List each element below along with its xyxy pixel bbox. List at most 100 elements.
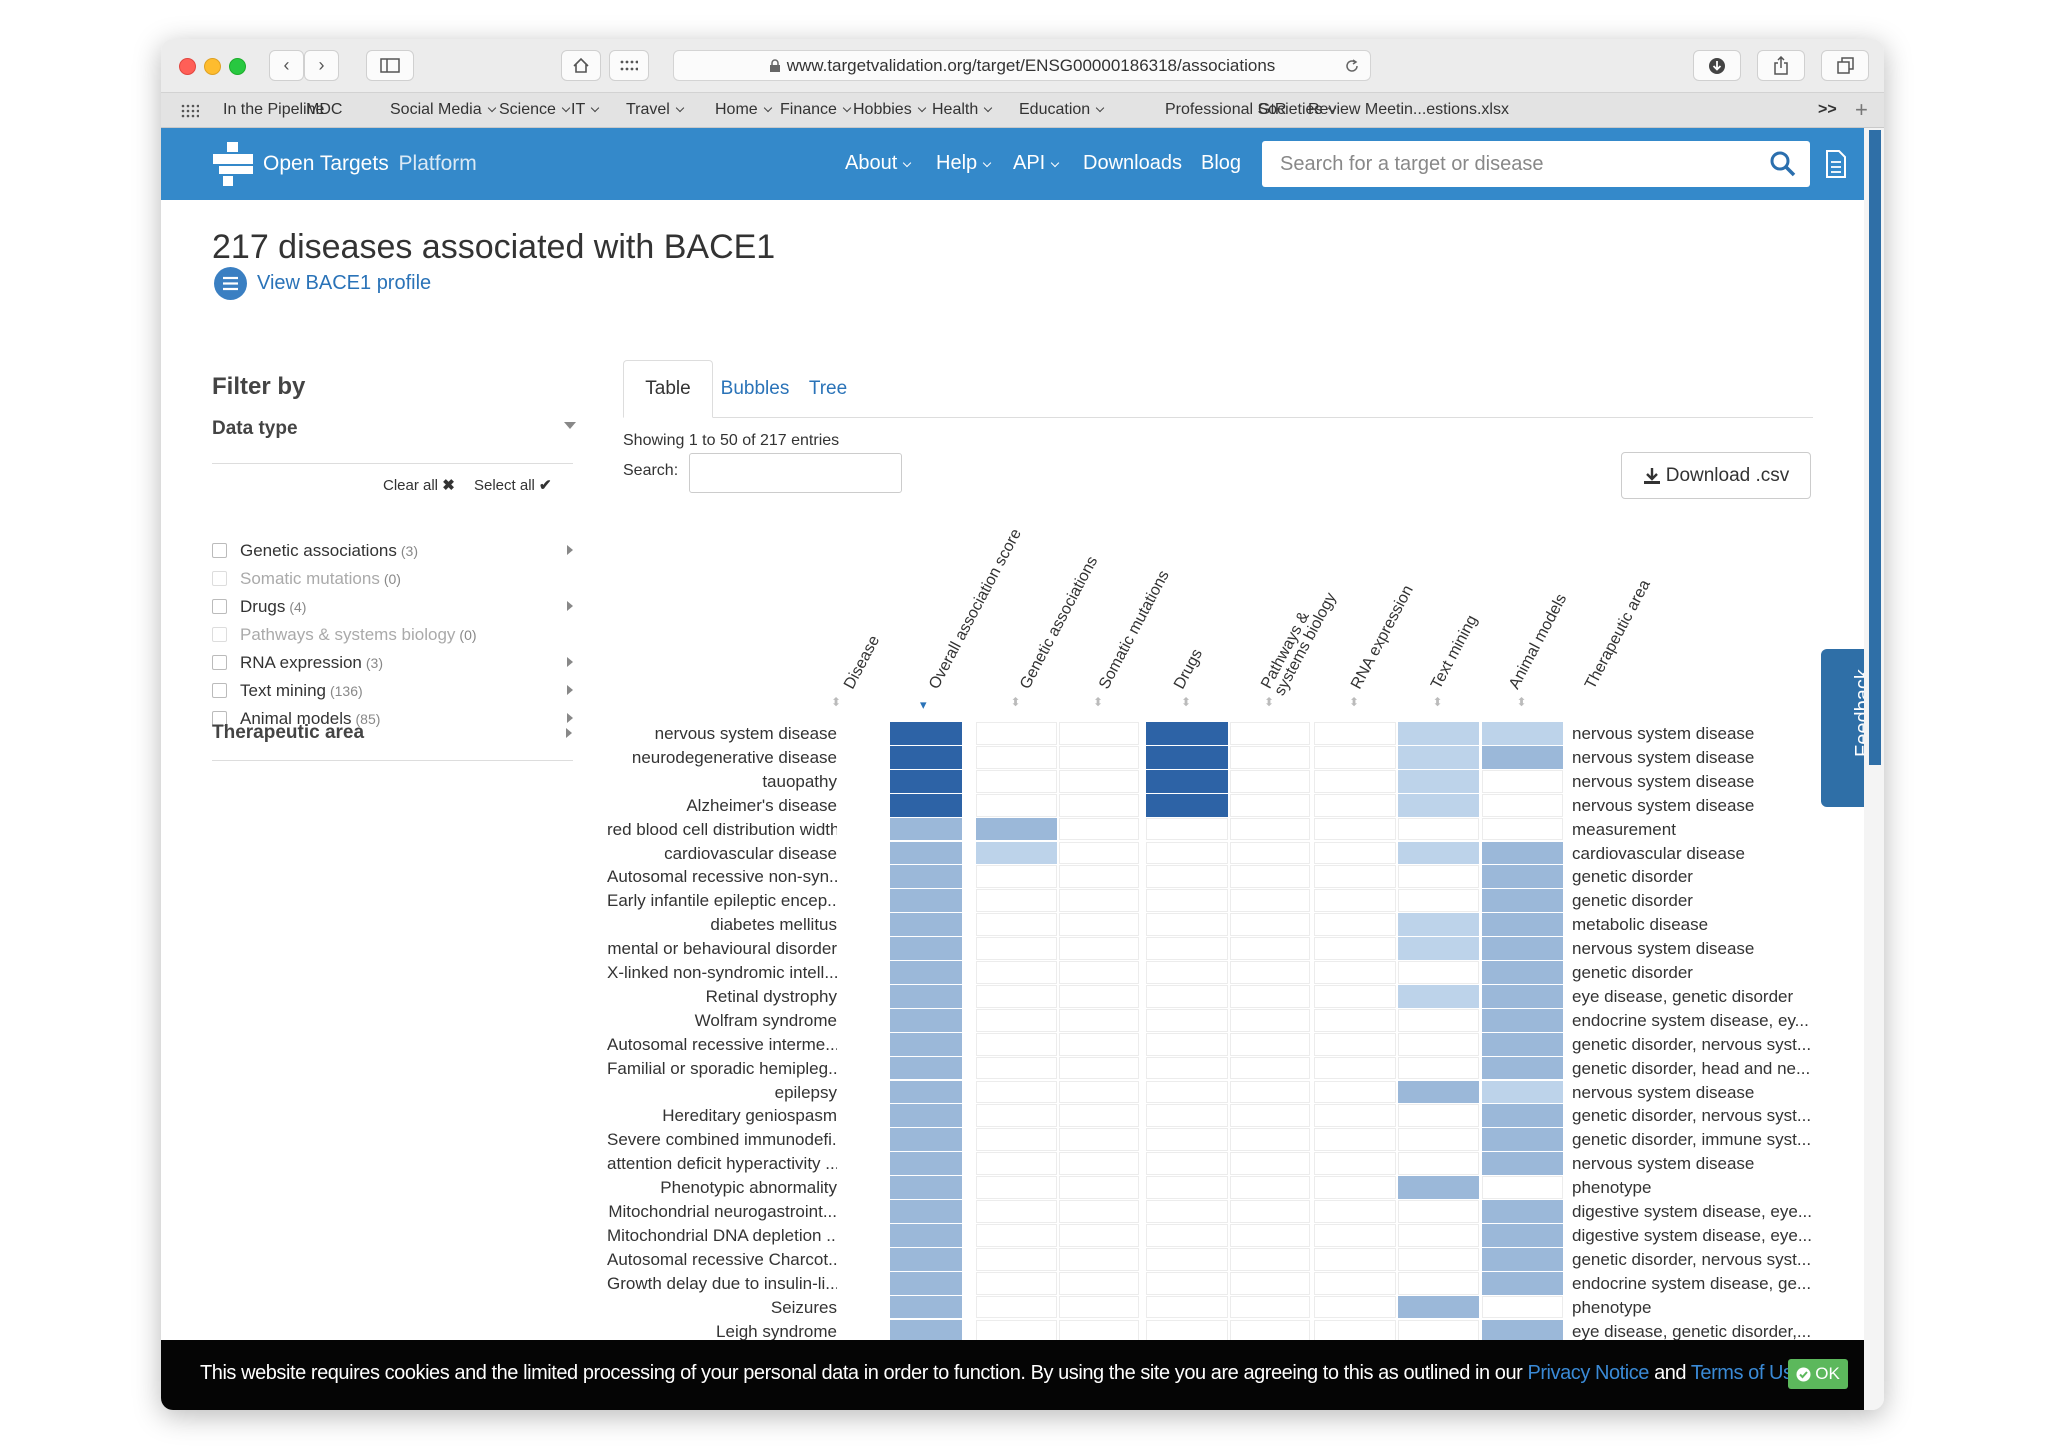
column-header-overall-association-score[interactable]: Overall association score — [926, 526, 1026, 692]
heatmap-cell[interactable] — [1146, 937, 1228, 960]
view-profile-link[interactable]: View BACE1 profile — [257, 272, 431, 295]
filter-item-text-mining[interactable]: Text mining (136) — [240, 681, 363, 701]
back-button[interactable]: ‹ — [269, 50, 304, 81]
heatmap-cell[interactable] — [1482, 1080, 1563, 1104]
heatmap-cell[interactable] — [890, 1080, 962, 1104]
heatmap-cell[interactable] — [976, 1080, 1057, 1104]
disease-cell[interactable]: Autosomal recessive Charcot... — [607, 1250, 837, 1270]
heatmap-cell[interactable] — [1398, 984, 1479, 1008]
data-type-heading[interactable]: Data type — [212, 418, 298, 440]
caret-right-icon[interactable] — [567, 685, 573, 695]
bookmark-science[interactable]: Science — [499, 101, 571, 119]
share-button[interactable] — [1757, 50, 1805, 81]
heatmap-cell[interactable] — [890, 745, 962, 769]
heatmap-cell[interactable] — [890, 1271, 962, 1295]
heatmap-cell[interactable] — [976, 1128, 1057, 1152]
heatmap-cell[interactable] — [1230, 913, 1310, 937]
heatmap-cell[interactable] — [976, 769, 1057, 793]
caret-right-icon[interactable] — [567, 601, 573, 611]
sort-desc-icon[interactable]: ▾ — [920, 697, 927, 713]
heatmap-cell[interactable] — [976, 1271, 1057, 1295]
heatmap-cell[interactable] — [1314, 865, 1396, 889]
heatmap-cell[interactable] — [890, 841, 962, 865]
bookmark-hobbies[interactable]: Hobbies — [853, 101, 926, 119]
heatmap-cell[interactable] — [1146, 1247, 1228, 1271]
heatmap-cell[interactable] — [890, 1128, 962, 1152]
bookmark-education[interactable]: Education — [1019, 101, 1105, 119]
page-scrollbar[interactable] — [1864, 128, 1884, 1410]
filter-checkbox-text-mining[interactable] — [212, 683, 227, 698]
bookmark-gtr[interactable]: GtR — [1258, 101, 1286, 119]
filter-checkbox-drugs[interactable] — [212, 599, 227, 614]
heatmap-cell[interactable] — [1146, 1104, 1228, 1128]
heatmap-cell[interactable] — [1398, 913, 1479, 937]
heatmap-cell[interactable] — [1230, 984, 1310, 1008]
column-header-genetic-associations[interactable]: Genetic associations — [1017, 554, 1102, 693]
heatmap-cell[interactable] — [1230, 1032, 1310, 1056]
heatmap-cell[interactable] — [1230, 769, 1310, 793]
heatmap-cell[interactable] — [1482, 865, 1563, 889]
filter-checkbox-genetic-associations[interactable] — [212, 543, 227, 558]
heatmap-cell[interactable] — [1230, 722, 1310, 745]
disease-cell[interactable]: Hereditary geniospasm — [607, 1106, 837, 1126]
heatmap-cell[interactable] — [890, 913, 962, 937]
heatmap-cell[interactable] — [1059, 1271, 1139, 1295]
heatmap-cell[interactable] — [1482, 722, 1563, 745]
heatmap-cell[interactable] — [1398, 841, 1479, 865]
heatmap-cell[interactable] — [1398, 1104, 1479, 1128]
heatmap-cell[interactable] — [890, 817, 962, 841]
heatmap-cell[interactable] — [890, 1223, 962, 1247]
heatmap-cell[interactable] — [1146, 722, 1228, 745]
sort-icon[interactable]: ⬍ — [1093, 695, 1103, 709]
heatmap-cell[interactable] — [1398, 1008, 1479, 1032]
heatmap-cell[interactable] — [1398, 1128, 1479, 1152]
bookmark-review-meetin-estions-xlsx[interactable]: Review Meetin...estions.xlsx — [1308, 101, 1509, 119]
heatmap-cell[interactable] — [1059, 1295, 1139, 1319]
disease-cell[interactable]: Wolfram syndrome — [607, 1011, 837, 1031]
tabs-overview-button[interactable] — [1821, 50, 1869, 81]
heatmap-cell[interactable] — [976, 745, 1057, 769]
forward-button[interactable]: › — [304, 50, 339, 81]
heatmap-cell[interactable] — [976, 1176, 1057, 1199]
heatmap-cell[interactable] — [976, 1032, 1057, 1056]
heatmap-cell[interactable] — [1230, 1200, 1310, 1223]
top-sites-button[interactable] — [609, 50, 649, 81]
heatmap-cell[interactable] — [1314, 1008, 1396, 1032]
heatmap-cell[interactable] — [976, 841, 1057, 865]
heatmap-cell[interactable] — [1398, 1271, 1479, 1295]
heatmap-cell[interactable] — [1482, 937, 1563, 960]
disease-cell[interactable]: red blood cell distribution width — [607, 820, 837, 840]
heatmap-cell[interactable] — [1398, 1176, 1479, 1199]
heatmap-cell[interactable] — [1230, 1080, 1310, 1104]
heatmap-cell[interactable] — [1059, 1104, 1139, 1128]
search-icon[interactable] — [1770, 151, 1796, 177]
disease-cell[interactable]: X-linked non-syndromic intell... — [607, 963, 837, 983]
heatmap-cell[interactable] — [1230, 889, 1310, 913]
heatmap-cell[interactable] — [1314, 722, 1396, 745]
heatmap-cell[interactable] — [1146, 1152, 1228, 1176]
heatmap-cell[interactable] — [890, 937, 962, 960]
heatmap-cell[interactable] — [1314, 769, 1396, 793]
cookie-ok-button[interactable]: OK — [1788, 1359, 1848, 1389]
heatmap-cell[interactable] — [1146, 1008, 1228, 1032]
disease-cell[interactable]: Retinal dystrophy — [607, 987, 837, 1007]
heatmap-cell[interactable] — [1146, 769, 1228, 793]
heatmap-cell[interactable] — [890, 1247, 962, 1271]
heatmap-cell[interactable] — [1314, 745, 1396, 769]
heatmap-cell[interactable] — [1146, 984, 1228, 1008]
bookmarks-overflow-button[interactable]: >> — [1818, 101, 1837, 119]
heatmap-cell[interactable] — [1482, 1152, 1563, 1176]
heatmap-cell[interactable] — [1314, 1223, 1396, 1247]
heatmap-cell[interactable] — [890, 1056, 962, 1080]
heatmap-cell[interactable] — [1146, 1128, 1228, 1152]
download-csv-button[interactable]: Download .csv — [1621, 452, 1811, 499]
heatmap-cell[interactable] — [1482, 1295, 1563, 1319]
heatmap-cell[interactable] — [1230, 745, 1310, 769]
heatmap-cell[interactable] — [1482, 745, 1563, 769]
heatmap-cell[interactable] — [1146, 865, 1228, 889]
heatmap-cell[interactable] — [1482, 1200, 1563, 1223]
sort-icon[interactable]: ⬍ — [1264, 695, 1274, 709]
heatmap-cell[interactable] — [1314, 1104, 1396, 1128]
heatmap-cell[interactable] — [1230, 841, 1310, 865]
heatmap-cell[interactable] — [1059, 1223, 1139, 1247]
